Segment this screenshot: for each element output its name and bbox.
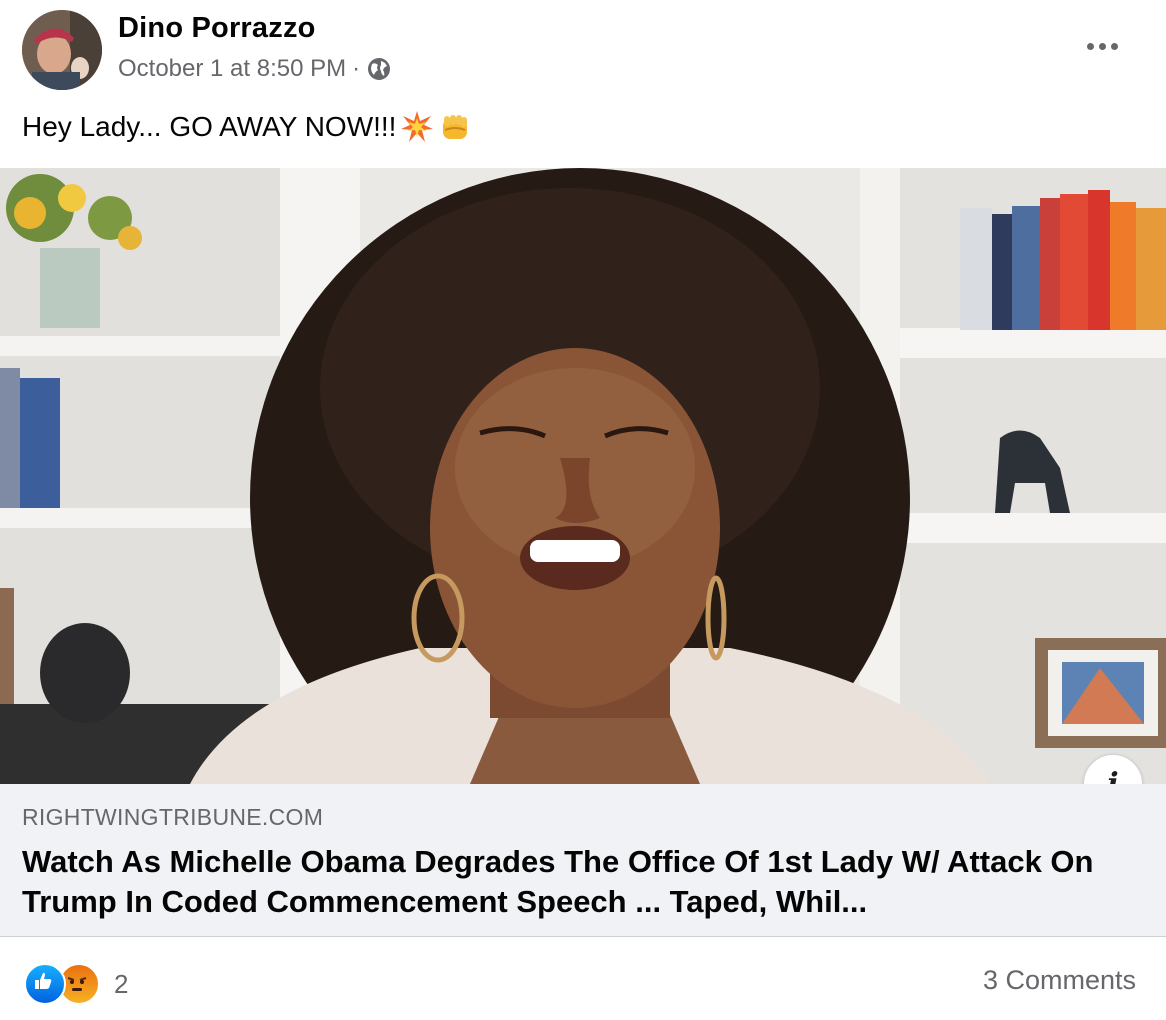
more-options-button[interactable] bbox=[1078, 28, 1126, 64]
more-dot bbox=[1086, 42, 1094, 50]
collision-emoji bbox=[400, 110, 434, 144]
author-avatar[interactable] bbox=[22, 10, 102, 90]
like-reaction-icon bbox=[24, 963, 66, 1005]
post-meta: October 1 at 8:50 PM · bbox=[118, 55, 392, 83]
author-name[interactable]: Dino Porrazzo bbox=[118, 12, 316, 45]
globe-icon bbox=[366, 56, 392, 82]
link-preview-image[interactable] bbox=[0, 168, 1166, 784]
link-domain: RIGHTWINGTRIBUNE.COM bbox=[22, 804, 324, 830]
post-footer: 2 3 Comments bbox=[0, 937, 1166, 1020]
more-dot bbox=[1110, 42, 1118, 50]
comments-count-link[interactable]: 3 Comments bbox=[983, 965, 1136, 996]
post-text: Hey Lady... GO AWAY NOW!!! bbox=[22, 111, 397, 142]
fist-emoji bbox=[438, 110, 472, 144]
post-timestamp[interactable]: October 1 at 8:50 PM bbox=[118, 55, 346, 83]
post-text-row: Hey Lady... GO AWAY NOW!!! bbox=[22, 110, 472, 144]
link-title[interactable]: Watch As Michelle Obama Degrades The Off… bbox=[22, 842, 1142, 922]
reactions-summary[interactable]: 2 bbox=[24, 963, 128, 1005]
more-dot bbox=[1098, 42, 1106, 50]
link-preview-meta[interactable]: RIGHTWINGTRIBUNE.COM Watch As Michelle O… bbox=[0, 784, 1166, 937]
post-header: Dino Porrazzo October 1 at 8:50 PM · bbox=[0, 0, 1166, 110]
meta-separator: · bbox=[352, 55, 361, 82]
reaction-count: 2 bbox=[114, 968, 129, 999]
